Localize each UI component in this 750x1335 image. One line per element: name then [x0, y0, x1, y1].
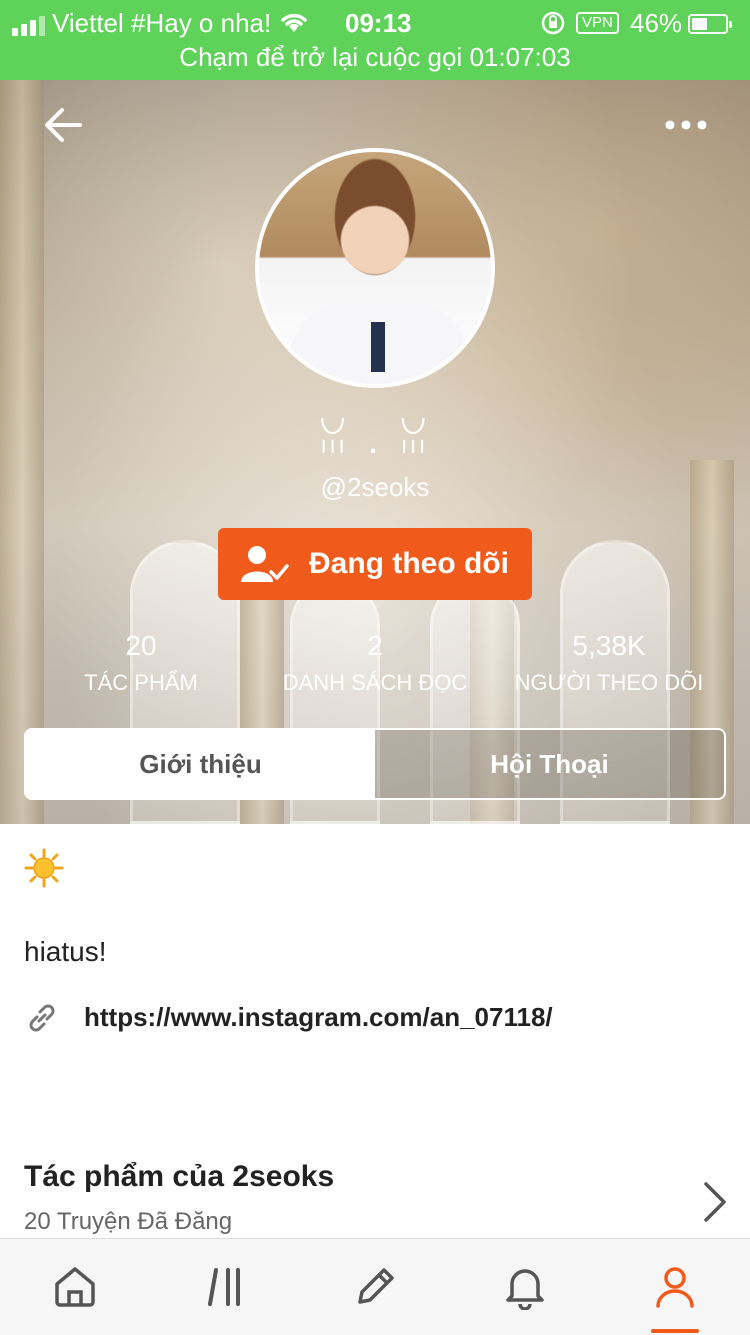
stat-works[interactable]: 20 TÁC PHẨM — [26, 630, 256, 696]
chevron-right-icon[interactable] — [700, 1180, 730, 1224]
battery-percent: 46% — [630, 8, 683, 38]
nav-browse[interactable] — [150, 1239, 300, 1335]
nav-notifications[interactable] — [450, 1239, 600, 1335]
stat-label: NGƯỜI THEO DÕI — [514, 670, 704, 695]
bell-icon — [506, 1269, 544, 1310]
tab-conversations[interactable]: Hội Thoại — [375, 730, 724, 798]
stat-value: 20 — [125, 630, 157, 661]
tab-about[interactable]: Giới thiệu — [26, 730, 375, 798]
stat-value: 2 — [367, 630, 383, 661]
profile-tabs: Giới thiệu Hội Thoại — [24, 728, 726, 800]
link-icon — [29, 1004, 55, 1032]
following-button-label: Đang theo dõi — [309, 547, 509, 580]
avatar[interactable] — [255, 148, 495, 388]
stat-label: TÁC PHẨM — [84, 670, 198, 695]
signal-icon — [12, 16, 45, 36]
stat-label: DANH SÁCH ĐỌC — [282, 670, 468, 695]
wifi-icon — [281, 13, 307, 32]
profile-icon — [656, 1267, 694, 1308]
nav-home[interactable] — [0, 1239, 150, 1335]
vpn-badge: VPN — [576, 12, 619, 34]
back-arrow-icon[interactable] — [40, 102, 86, 148]
nav-profile[interactable] — [600, 1239, 750, 1335]
following-button[interactable]: Đang theo dõi — [218, 528, 532, 600]
more-dots-icon[interactable] — [664, 112, 708, 138]
clock: 09:13 — [345, 8, 412, 38]
stat-value: 5,38K — [572, 630, 646, 661]
username: @2seoks — [320, 472, 430, 502]
works-title: Tác phẩm của 2seoks — [24, 1160, 335, 1193]
user-check-icon — [241, 546, 289, 582]
profile-link[interactable]: https://www.instagram.com/an_07118/ — [84, 1002, 553, 1033]
return-to-call-banner[interactable]: Chạm để trở lại cuộc gọi 01:07:03 — [0, 42, 750, 73]
carrier-name: Viettel #Hay o nha! — [52, 8, 272, 38]
rotation-lock-icon — [541, 11, 565, 35]
nav-write[interactable] — [300, 1239, 450, 1335]
sun-emoji-icon — [24, 848, 64, 888]
works-count: 20 Truyện Đã Đăng — [24, 1208, 233, 1235]
bio-text: hiatus! — [24, 936, 107, 967]
battery-icon — [688, 14, 732, 34]
pencil-icon — [358, 1268, 394, 1304]
status-bar: Viettel #Hay o nha! 09:13 VPN 46% Chạm đ… — [0, 0, 750, 80]
home-icon — [55, 1267, 95, 1307]
stat-reading-lists[interactable]: 2 DANH SÁCH ĐỌC — [260, 630, 490, 696]
bottom-nav — [0, 1238, 750, 1335]
browse-icon — [208, 1268, 240, 1306]
stat-followers[interactable]: 5,38K NGƯỜI THEO DÕI — [494, 630, 724, 696]
profile-header: ꈍ . ꈍ @2seoks Đang theo dõi 20 TÁC PHẨM … — [0, 80, 750, 824]
display-name: ꈍ . ꈍ — [317, 418, 433, 462]
